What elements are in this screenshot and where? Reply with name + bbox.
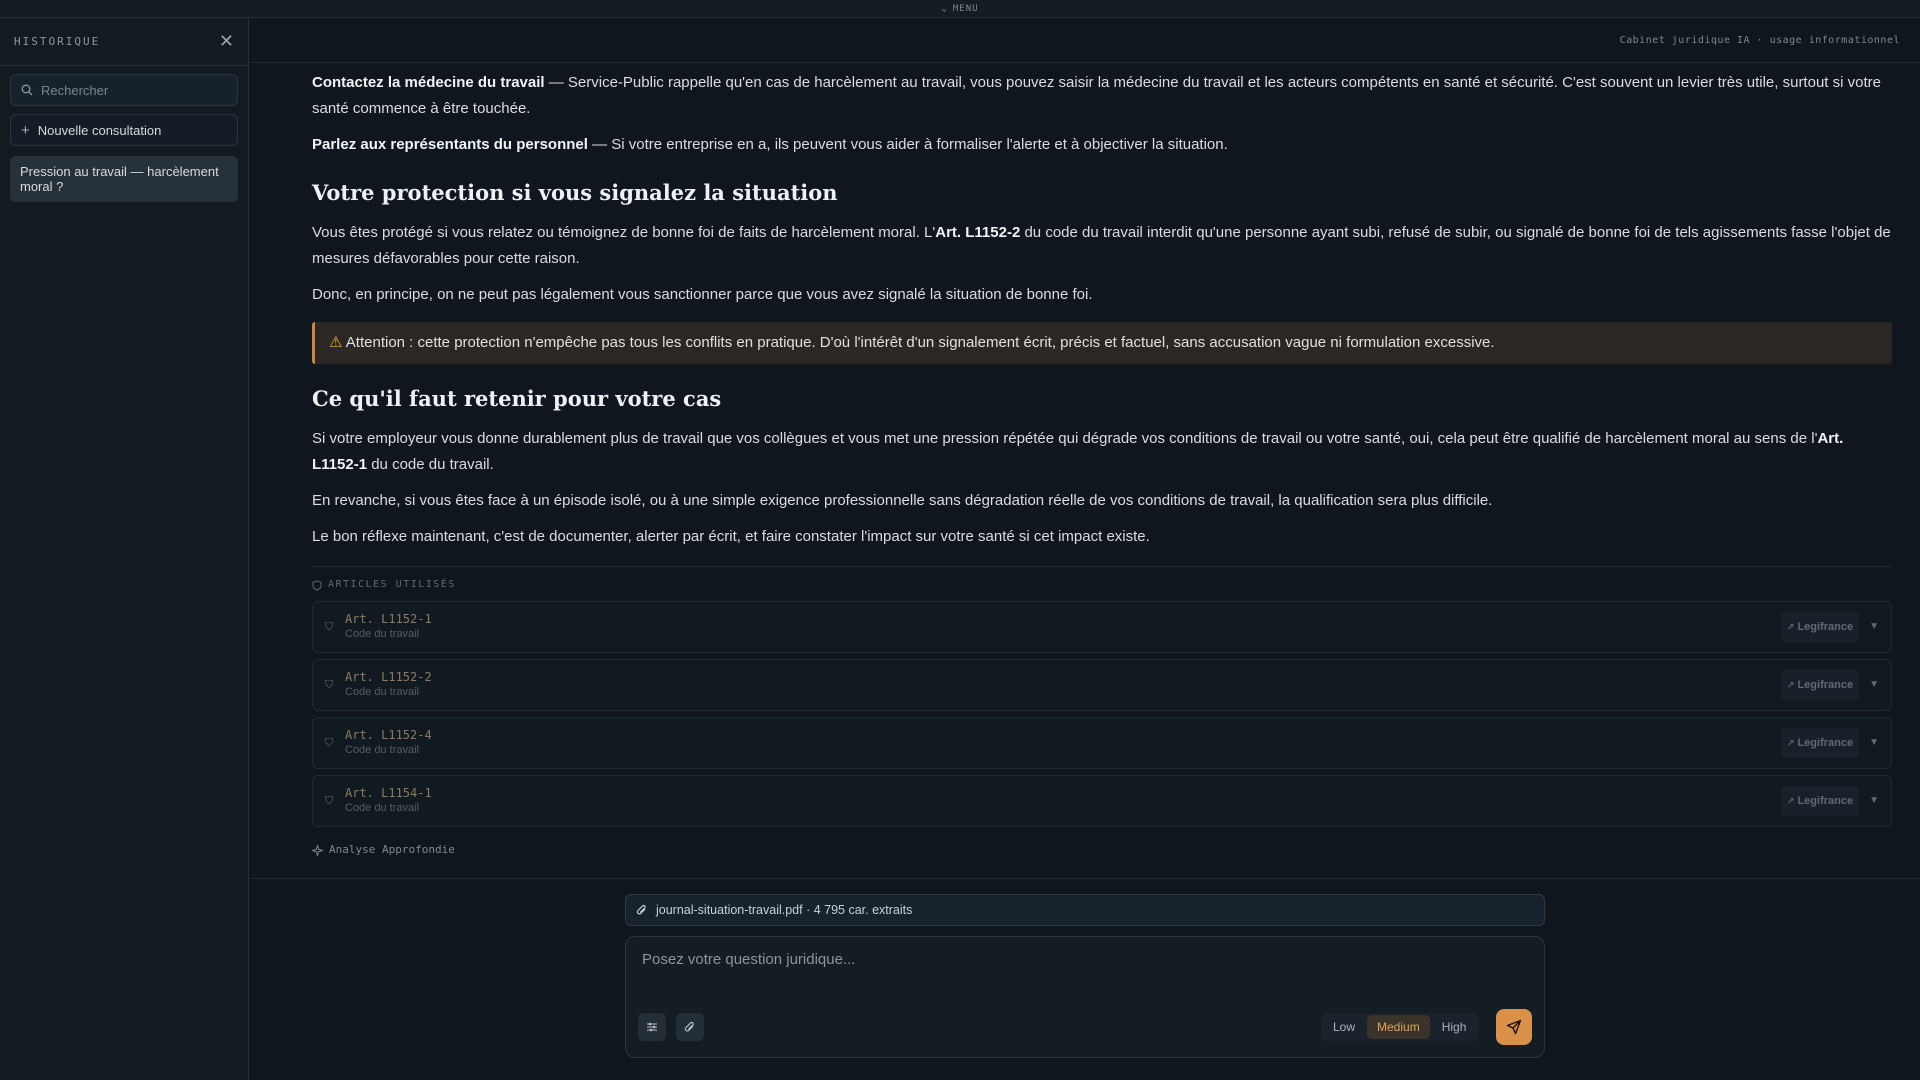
send-icon (1506, 1019, 1522, 1035)
new-consultation-label: Nouvelle consultation (37, 122, 162, 138)
expand-caret-icon[interactable]: ▼ (1869, 672, 1879, 698)
warning-text: Attention : cette protection n'empêche p… (342, 334, 1495, 351)
section-heading: Ce qu'il faut retenir pour votre cas (312, 386, 722, 411)
legifrance-link[interactable]: ↗ Legifrance (1780, 612, 1860, 642)
menu-label: MENU (952, 3, 979, 14)
shield-icon: ⛉ (325, 679, 334, 691)
composer: Low Medium High (625, 936, 1545, 1058)
external-link-icon: ↗ (1786, 622, 1795, 632)
new-consultation-button[interactable]: + Nouvelle consultation (10, 114, 238, 146)
expand-caret-icon[interactable]: ▼ (1869, 614, 1879, 640)
legifrance-link[interactable]: ↗ Legifrance (1780, 670, 1860, 700)
article-name: Art. L1152-2 (345, 670, 432, 684)
sidebar: HISTORIQUE ✕ + Nouvelle consultation Pre… (0, 18, 249, 1080)
articles-heading-label: ARTICLES UTILISÉS (328, 579, 456, 590)
sidebar-header: HISTORIQUE ✕ (0, 18, 248, 66)
text: Vous êtes protégé si vous relatez ou tém… (312, 224, 936, 241)
paragraph: Si votre employeur vous donne durablemen… (312, 426, 1892, 478)
paragraph: Donc, en principe, on ne peut pas légale… (312, 286, 1093, 303)
external-link-icon: ↗ (1786, 738, 1795, 748)
paragraph: En revanche, si vous êtes face à un épis… (312, 492, 1493, 509)
expand-caret-icon[interactable]: ▼ (1869, 788, 1879, 814)
legifrance-label: Legifrance (1797, 679, 1854, 691)
search-input[interactable] (41, 82, 221, 98)
send-button[interactable] (1496, 1009, 1532, 1045)
deep-analysis-label: Analyse Approfondie (329, 843, 455, 856)
attachment-chip[interactable]: journal-situation-travail.pdf · 4 795 ca… (625, 894, 1545, 926)
article-card[interactable]: ⛉ Art. L1152-1 Code du travail ↗ Legifran… (312, 601, 1892, 653)
article-card[interactable]: ⛉ Art. L1152-2 Code du travail ↗ Legifran… (312, 659, 1892, 711)
article-source: Code du travail (345, 686, 419, 698)
shield-icon: ⛉ (325, 737, 334, 749)
attachment-label: journal-situation-travail.pdf · 4 795 ca… (656, 903, 913, 917)
search-box (10, 74, 238, 106)
answer-content: Contactez la médecine du travail — Servi… (312, 70, 1892, 863)
effort-medium[interactable]: Medium (1367, 1015, 1430, 1039)
paragraph: Vous êtes protégé si vous relatez ou tém… (312, 220, 1892, 272)
legifrance-link[interactable]: ↗ Legifrance (1780, 728, 1860, 758)
effort-high[interactable]: High (1432, 1015, 1477, 1039)
articles-section: ARTICLES UTILISÉS ⛉ Art. L1152-1 Code du… (312, 566, 1892, 827)
article-name: Art. L1152-1 (345, 612, 432, 626)
settings-sliders-button[interactable] (638, 1013, 666, 1041)
bold-text: Parlez aux représentants du personnel (312, 136, 588, 153)
close-icon[interactable]: ✕ (219, 31, 234, 52)
article-source: Code du travail (345, 802, 419, 814)
articles-heading: ARTICLES UTILISÉS (312, 575, 1892, 595)
paragraph: Contactez la médecine du travail — Servi… (312, 70, 1892, 122)
paragraph: Parlez aux représentants du personnel — … (312, 132, 1892, 158)
attach-file-button[interactable] (676, 1013, 704, 1041)
shield-icon: ⛉ (325, 795, 334, 807)
legifrance-label: Legifrance (1797, 795, 1854, 807)
text: — Si votre entreprise en a, ils peuvent … (587, 136, 1228, 153)
top-menu-bar[interactable]: ⌄ MENU (0, 0, 1920, 18)
text: du code du travail. (367, 456, 494, 473)
chevron-down-icon: ⌄ (941, 3, 948, 14)
article-ref: Art. L1152-2 (935, 224, 1021, 241)
article-name: Art. L1152-4 (345, 728, 432, 742)
paperclip-icon (636, 904, 646, 914)
paragraph: Le bon réflexe maintenant, c'est de docu… (312, 528, 1150, 545)
legifrance-label: Legifrance (1797, 621, 1854, 633)
paperclip-icon (684, 1021, 694, 1031)
sidebar-title: HISTORIQUE (14, 35, 101, 48)
external-link-icon: ↗ (1786, 680, 1795, 690)
article-source: Code du travail (345, 628, 419, 640)
effort-selector: Low Medium High (1321, 1013, 1479, 1041)
warning-callout: ⚠ Attention : cette protection n'empêche… (312, 322, 1892, 364)
shield-icon (312, 579, 322, 591)
divider (250, 878, 1920, 879)
search-icon (21, 84, 33, 96)
legifrance-link[interactable]: ↗ Legifrance (1780, 786, 1860, 816)
external-link-icon: ↗ (1786, 796, 1795, 806)
text: — Service-Public rappelle qu'en cas de h… (312, 74, 1881, 117)
article-card[interactable]: ⛉ Art. L1154-1 Code du travail ↗ Legifran… (312, 775, 1892, 827)
bold-text: Contactez la médecine du travail (312, 74, 545, 91)
sparkle-icon (312, 844, 323, 856)
article-name: Art. L1154-1 (345, 786, 432, 800)
sliders-icon (647, 1022, 657, 1032)
header-subtitle: Cabinet juridique IA · usage information… (1619, 34, 1900, 46)
text: Si votre employeur vous donne durablemen… (312, 430, 1818, 447)
main-panel: Cabinet juridique IA · usage information… (250, 18, 1920, 1080)
article-card[interactable]: ⛉ Art. L1152-4 Code du travail ↗ Legifran… (312, 717, 1892, 769)
warning-icon: ⚠ (329, 334, 343, 351)
plus-icon: + (21, 121, 30, 139)
legifrance-label: Legifrance (1797, 737, 1854, 749)
shield-icon: ⛉ (325, 621, 334, 633)
history-item[interactable]: Pression au travail — harcèlement moral … (10, 156, 238, 202)
question-input[interactable] (642, 951, 1522, 991)
section-heading: Votre protection si vous signalez la sit… (312, 180, 838, 205)
expand-caret-icon[interactable]: ▼ (1869, 730, 1879, 756)
main-header: Cabinet juridique IA · usage information… (250, 18, 1920, 63)
article-source: Code du travail (345, 744, 419, 756)
effort-low[interactable]: Low (1323, 1015, 1365, 1039)
deep-analysis-toggle[interactable]: Analyse Approfondie (312, 837, 1892, 863)
